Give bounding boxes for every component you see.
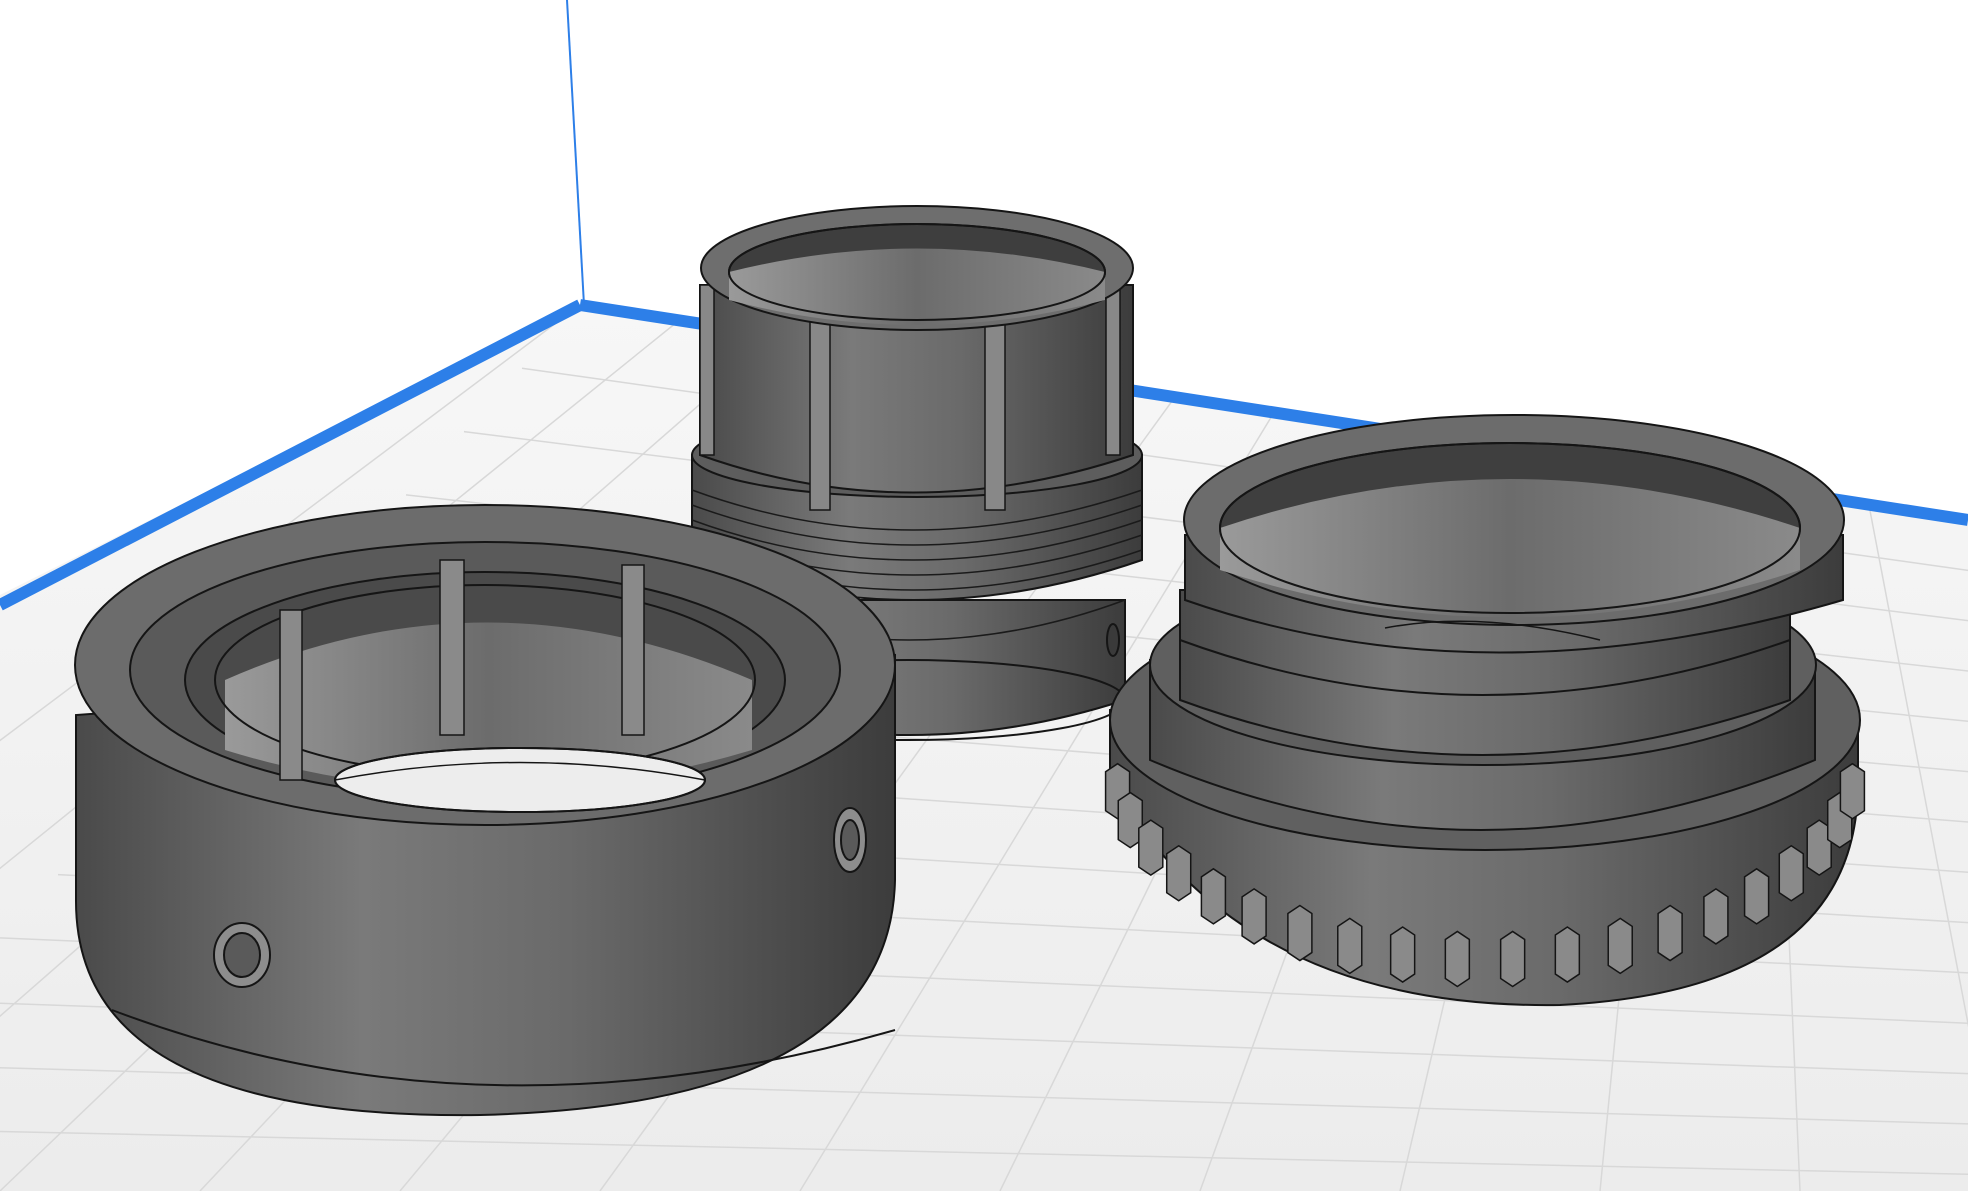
scene-canvas[interactable] [0,0,1968,1191]
knurl-tooth [1743,867,1770,925]
z-axis-line [566,0,585,306]
knurl-tooth [1499,930,1526,988]
3d-viewport[interactable] [0,0,1968,1191]
knurl-tooth [1444,930,1471,988]
knurl-tooth [1200,867,1227,925]
knurl-tooth [1241,888,1267,945]
knurl-tooth [1287,904,1313,962]
knurl-tooth [1165,844,1192,902]
knurl-tooth [1554,926,1581,983]
model-outer-collar-ring[interactable] [74,504,896,1117]
knurl-tooth [1703,888,1729,945]
knurl-tooth [1138,819,1164,877]
knurl-tooth [1839,762,1866,820]
knurl-tooth [1389,926,1416,983]
knurl-tooth [1337,917,1363,975]
knurl-tooth [1607,917,1633,975]
knurl-tooth [1657,904,1683,962]
model-threaded-cap[interactable] [1104,414,1866,1007]
knurl-tooth [1778,844,1805,902]
